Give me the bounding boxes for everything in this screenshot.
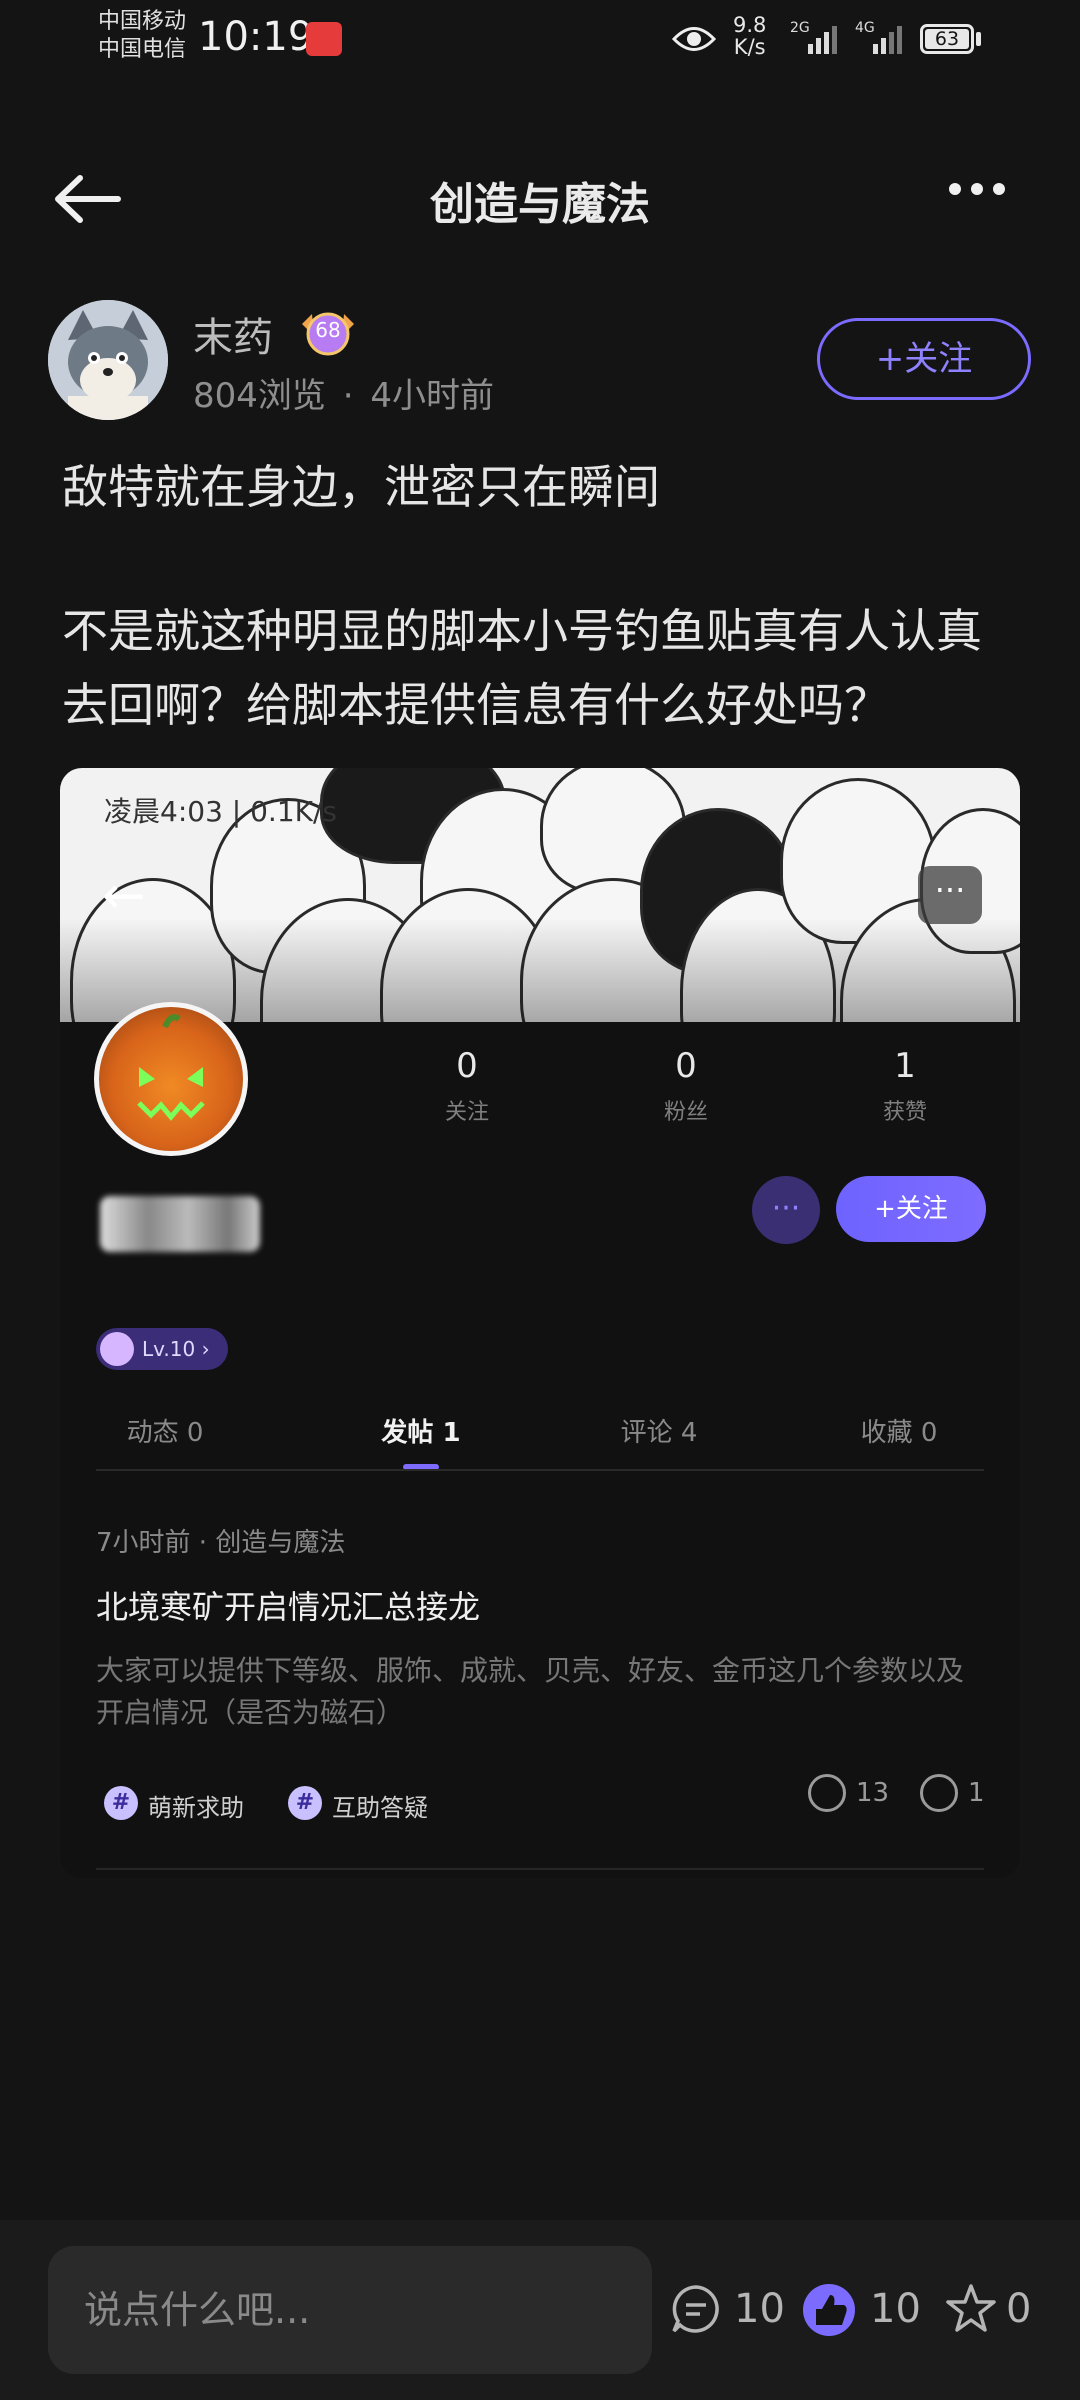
comment-icon[interactable]: [670, 2283, 722, 2335]
follow-button[interactable]: +关注: [817, 318, 1031, 400]
embedded-level-icon: [100, 1332, 134, 1366]
post-time: 4小时前: [370, 376, 494, 416]
pumpkin-avatar-icon: [94, 1002, 248, 1156]
level-number: 68: [315, 318, 341, 342]
embedded-stat-likes-value: 1: [894, 1046, 916, 1086]
page-title: 创造与魔法: [430, 179, 650, 230]
embedded-stat-fans-label: 粉丝: [663, 1100, 708, 1125]
post-image[interactable]: 凌晨4:03 | 0.1K/s ← ··· 0 关注 0 粉丝 1 获赞 ···…: [60, 768, 1020, 1878]
author-avatar[interactable]: [48, 300, 168, 420]
embedded-follow-button: +关注: [836, 1176, 986, 1242]
battery-level: 63: [925, 29, 969, 49]
embedded-post-meta: 7小时前 · 创造与魔法: [96, 1528, 346, 1558]
embedded-like-count: 1: [968, 1778, 985, 1808]
post-text-line-1: 敌特就在身边，泄密只在瞬间: [62, 460, 660, 514]
embedded-level-badge: Lv.10 ›: [96, 1328, 228, 1370]
view-count: 804浏览: [193, 376, 326, 416]
speed-unit: K/s: [733, 35, 766, 59]
network-speed: 9.8 K/s: [733, 14, 766, 58]
post-text-line-3: 去回啊？给脚本提供信息有什么好处吗？: [62, 678, 890, 732]
embedded-comment-count: 13: [856, 1778, 890, 1808]
wolf-avatar-icon: [48, 300, 168, 420]
app-notification-icon: [306, 22, 342, 56]
post-meta: 804浏览 · 4小时前: [193, 368, 494, 417]
embedded-stat-following-label: 关注: [444, 1100, 489, 1125]
signal-icon-2: [873, 26, 902, 54]
comment-input[interactable]: 说点什么吧...: [48, 2246, 652, 2374]
carrier-1: 中国移动: [98, 9, 187, 34]
eye-icon: [672, 27, 716, 51]
embedded-bottom-divider: [96, 1868, 984, 1870]
carrier-2: 中国电信: [98, 37, 187, 62]
embedded-stat-likes-label: 获赞: [882, 1100, 927, 1125]
embedded-tab-comments: 评论 4: [620, 1418, 698, 1448]
profile-banner: 凌晨4:03 | 0.1K/s ← ···: [60, 768, 1020, 1022]
battery-tip: [976, 32, 981, 46]
embedded-tag-label: 互助答疑: [332, 1794, 428, 1822]
level-badge-icon: 68: [298, 306, 358, 360]
embedded-back-icon: ←: [102, 866, 146, 926]
battery-icon: 63: [920, 24, 974, 54]
embedded-tag-mutual-qa: # 互助答疑: [288, 1786, 428, 1823]
embedded-post-title: 北境寒矿开启情况汇总接龙: [96, 1588, 481, 1626]
favorite-count: 0: [1006, 2286, 1032, 2332]
embedded-divider: [96, 1469, 984, 1471]
speed-value: 9.8: [733, 13, 767, 37]
network-4g-label: 4G: [855, 20, 875, 36]
embedded-tag-label: 萌新求助: [148, 1794, 244, 1822]
embedded-more-icon: ···: [918, 866, 982, 924]
network-2g-label: 2G: [790, 20, 810, 36]
embedded-comment-icon: [808, 1774, 846, 1812]
like-icon[interactable]: [802, 2283, 856, 2337]
status-carriers: 中国移动 中国电信: [98, 8, 186, 64]
post-text-line-2: 不是就这种明显的脚本小号钓鱼贴真有人认真: [62, 604, 982, 658]
embedded-like-icon: [920, 1774, 958, 1812]
embedded-level-label: Lv.10: [142, 1337, 196, 1361]
hashtag-icon: #: [104, 1786, 138, 1820]
hashtag-icon: #: [288, 1786, 322, 1820]
embedded-status-text: 凌晨4:03 | 0.1K/s: [104, 795, 338, 828]
embedded-post-description: 大家可以提供下等级、服饰、成就、贝壳、好友、金币这几个参数以及开启情况（是否为磁…: [96, 1654, 965, 1729]
like-count: 10: [870, 2286, 921, 2332]
embedded-tab-favorites: 收藏 0: [860, 1418, 938, 1448]
author-name[interactable]: 末药: [193, 305, 273, 363]
embedded-blurred-username: [100, 1196, 260, 1252]
embedded-tab-posts: 发帖 1: [381, 1418, 461, 1448]
embedded-stat-following-value: 0: [456, 1046, 478, 1086]
embedded-tag-newbie-help: # 萌新求助: [104, 1786, 244, 1823]
more-options-icon[interactable]: [944, 180, 1016, 216]
embedded-stat-fans-value: 0: [675, 1046, 697, 1086]
comment-count: 10: [734, 2286, 785, 2332]
embedded-message-icon: ···: [752, 1176, 820, 1244]
meta-separator: ·: [342, 376, 354, 416]
signal-icon: [808, 26, 837, 54]
star-icon[interactable]: [944, 2283, 998, 2335]
embedded-tab-activity: 动态 0: [126, 1418, 204, 1448]
status-time: 10:19: [198, 14, 314, 60]
